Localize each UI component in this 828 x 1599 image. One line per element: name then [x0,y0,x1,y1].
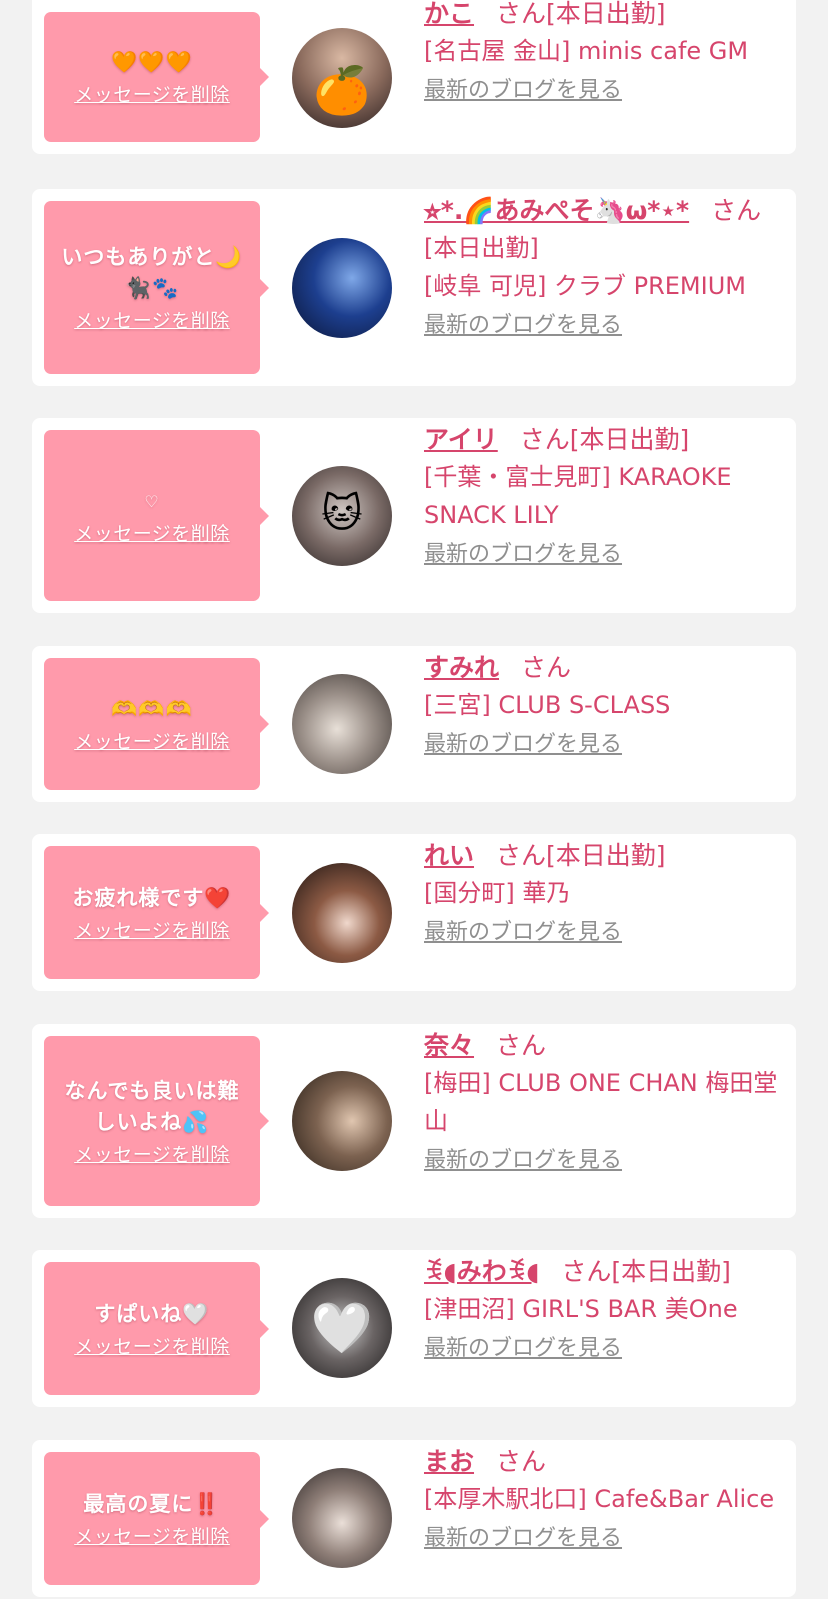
delete-message-button[interactable]: メッセージを削除 [74,916,230,943]
message-text: なんでも良いは難 しいよね💦 [64,1078,240,1134]
name-suffix: さん [521,653,572,682]
latest-blog-link[interactable]: 最新のブログを見る [424,74,622,108]
cast-name-link[interactable]: 奈々 [424,1031,474,1060]
name-suffix: さん[本日出勤] [519,425,690,454]
message-card: 🧡🧡🧡 メッセージを削除 🍊 かこ さん[本日出勤] [名古屋 金山] minis… [32,0,796,154]
latest-blog-link[interactable]: 最新のブログを見る [424,309,622,343]
message-list: 🧡🧡🧡 メッセージを削除 🍊 かこ さん[本日出勤] [名古屋 金山] minis… [0,0,828,1599]
avatar[interactable]: 🤍 [292,1278,392,1378]
delete-message-button[interactable]: メッセージを削除 [74,519,230,546]
message-bubble: お疲れ様です❤️ メッセージを削除 [44,846,269,979]
avatar[interactable]: 🍊 [292,28,392,128]
work-status: [本日出勤] [424,234,539,262]
entry-info: かこ さん[本日出勤] [名古屋 金山] minis cafe GM 最新のブログ… [424,0,782,108]
message-card: 最高の夏に‼️ メッセージを削除 まお さん [本厚木駅北口] Cafe&Bar … [32,1440,796,1597]
message-text: すぱいね🤍 [94,1301,210,1326]
message-card: お疲れ様です❤️ メッセージを削除 れい さん[本日出勤] [国分町] 華乃 最新… [32,834,796,991]
message-bubble: すぱいね🤍 メッセージを削除 [44,1262,269,1395]
message-bubble: 🫶🫶🫶 メッセージを削除 [44,658,269,790]
shop-name: [名古屋 金山] minis cafe GM [424,37,749,65]
name-suffix: さん [711,196,762,225]
entry-info: まお さん [本厚木駅北口] Cafe&Bar Alice 最新のブログを見る [424,1444,782,1556]
entry-info: ꉂ◖みわꉂ◖ さん[本日出勤] [津田沼] GIRL'S BAR 美One 最新の… [424,1254,782,1366]
shop-name: [三宮] CLUB S-CLASS [424,691,671,719]
message-text: 🧡🧡🧡 [111,50,193,74]
message-card: 🫶🫶🫶 メッセージを削除 すみれ さん [三宮] CLUB S-CLASS 最新の… [32,646,796,802]
shop-name: [梅田] CLUB ONE CHAN 梅田堂山 [424,1069,778,1135]
message-text: 最高の夏に‼️ [83,1491,221,1516]
delete-message-button[interactable]: メッセージを削除 [74,1332,230,1359]
cast-name-link[interactable]: かこ [424,0,474,28]
avatar[interactable]: 🐱 [292,466,392,566]
entry-info: アイリ さん[本日出勤] [千葉・富士見町] KARAOKE SNACK LILY… [424,422,782,572]
avatar[interactable] [292,1468,392,1568]
shop-name: [本厚木駅北口] Cafe&Bar Alice [424,1485,775,1513]
delete-message-button[interactable]: メッセージを削除 [74,727,230,754]
message-text: 🫶🫶🫶 [111,697,193,721]
message-bubble: 最高の夏に‼️ メッセージを削除 [44,1452,269,1585]
message-text: お疲れ様です❤️ [72,885,232,910]
delete-message-button[interactable]: メッセージを削除 [74,1140,230,1167]
entry-info: 奈々 さん [梅田] CLUB ONE CHAN 梅田堂山 最新のブログを見る [424,1028,782,1178]
message-card: いつもありがと🌙 🐈‍⬛🐾 メッセージを削除 ⭐︎*.🌈あみぺそ🦄ω*⋆* さん … [32,189,796,386]
message-bubble: なんでも良いは難 しいよね💦 メッセージを削除 [44,1036,269,1206]
orange-emoji-icon: 🍊 [313,63,371,117]
avatar[interactable] [292,238,392,338]
message-text: ♡ [144,491,160,511]
latest-blog-link[interactable]: 最新のブログを見る [424,728,622,762]
avatar[interactable] [292,674,392,774]
cast-name-link[interactable]: ⭐︎*.🌈あみぺそ🦄ω*⋆* [424,196,689,225]
cast-name-link[interactable]: すみれ [424,653,499,682]
white-heart-icon: 🤍 [310,1299,374,1357]
name-suffix: さん[本日出勤] [496,0,666,28]
shop-name: [津田沼] GIRL'S BAR 美One [424,1295,738,1323]
entry-info: すみれ さん [三宮] CLUB S-CLASS 最新のブログを見る [424,650,782,762]
latest-blog-link[interactable]: 最新のブログを見る [424,1144,622,1178]
shop-name: [岐阜 可児] クラブ PREMIUM [424,272,746,300]
cast-name-link[interactable]: れい [424,841,474,870]
entry-info: れい さん[本日出勤] [国分町] 華乃 最新のブログを見る [424,838,782,950]
cast-name-link[interactable]: まお [424,1447,474,1476]
latest-blog-link[interactable]: 最新のブログを見る [424,916,622,950]
avatar[interactable] [292,863,392,963]
avatar[interactable] [292,1071,392,1171]
message-bubble: ♡ メッセージを削除 [44,430,269,601]
name-suffix: さん[本日出勤] [561,1257,731,1286]
cast-name-link[interactable]: ꉂ◖みわꉂ◖ [424,1257,539,1286]
delete-message-button[interactable]: メッセージを削除 [74,1522,230,1549]
shop-name: [千葉・富士見町] KARAOKE SNACK LILY [424,463,732,529]
shop-name: [国分町] 華乃 [424,879,571,907]
name-suffix: さん [496,1031,547,1060]
message-card: ♡ メッセージを削除 🐱 アイリ さん[本日出勤] [千葉・富士見町] KARAO… [32,418,796,613]
message-card: すぱいね🤍 メッセージを削除 🤍 ꉂ◖みわꉂ◖ さん[本日出勤] [津田沼] GI… [32,1250,796,1407]
message-bubble: 🧡🧡🧡 メッセージを削除 [44,12,269,142]
cast-name-link[interactable]: アイリ [424,425,498,454]
latest-blog-link[interactable]: 最新のブログを見る [424,1522,622,1556]
message-card: なんでも良いは難 しいよね💦 メッセージを削除 奈々 さん [梅田] CLUB O… [32,1024,796,1218]
message-text: いつもありがと🌙 🐈‍⬛🐾 [61,245,243,300]
delete-message-button[interactable]: メッセージを削除 [74,306,230,333]
message-bubble: いつもありがと🌙 🐈‍⬛🐾 メッセージを削除 [44,201,269,374]
name-suffix: さん[本日出勤] [496,841,666,870]
delete-message-button[interactable]: メッセージを削除 [74,80,230,107]
cat-face-emoji-icon: 🐱 [321,491,363,537]
latest-blog-link[interactable]: 最新のブログを見る [424,1332,622,1366]
entry-info: ⭐︎*.🌈あみぺそ🦄ω*⋆* さん [本日出勤] [岐阜 可児] クラブ PREM… [424,193,782,343]
name-suffix: さん [496,1447,547,1476]
latest-blog-link[interactable]: 最新のブログを見る [424,538,622,572]
